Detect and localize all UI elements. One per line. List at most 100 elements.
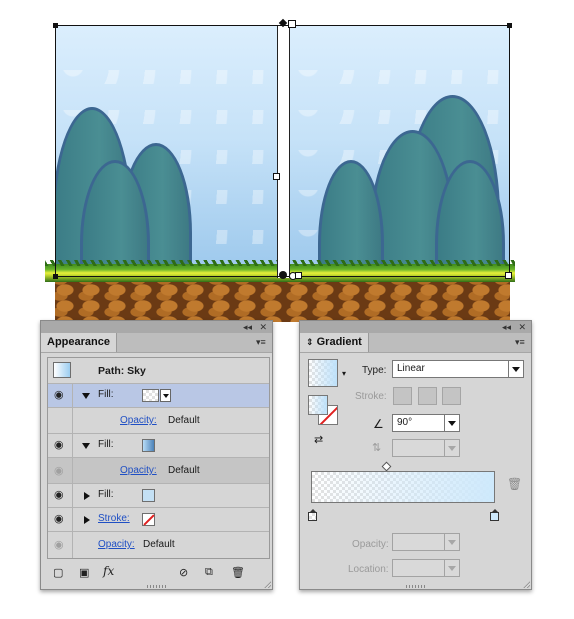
appearance-row-opacity[interactable]: ◉ Opacity: Default <box>48 458 269 484</box>
dirt-ground <box>55 282 510 322</box>
stroke-across-button[interactable] <box>442 387 461 405</box>
gradient-preview-swatch[interactable] <box>308 359 338 387</box>
fill-swatch[interactable] <box>142 489 155 502</box>
opacity-link[interactable]: Opacity: <box>120 465 157 476</box>
stroke-label: Stroke: <box>355 391 387 402</box>
type-value: Linear <box>397 363 425 374</box>
appearance-row-fill[interactable]: ◉ Fill: <box>48 384 269 408</box>
path-header-row[interactable]: Path: Sky <box>48 358 269 384</box>
location-field[interactable] <box>392 559 460 577</box>
selection-handle[interactable] <box>273 173 280 180</box>
fill-box[interactable] <box>308 395 328 415</box>
chevron-down-icon <box>444 415 459 431</box>
divider <box>72 408 73 433</box>
trash-icon[interactable]: 🗑 <box>507 477 522 491</box>
disclosure-triangle[interactable] <box>84 516 90 524</box>
opacity-label: Opacity: <box>352 539 389 550</box>
appearance-row-stroke[interactable]: ◉ Stroke: <box>48 508 269 532</box>
fill-swatch[interactable] <box>142 389 159 402</box>
fill-label: Fill: <box>98 439 114 450</box>
type-select[interactable]: Linear <box>392 360 524 378</box>
appearance-toolbar: ▢ ▣ fx ⊘ ⧉ 🗑 <box>41 561 272 585</box>
divider <box>72 458 73 483</box>
gradient-slider-bar[interactable] <box>311 471 495 503</box>
disclosure-triangle[interactable] <box>84 492 90 500</box>
tab-toggle-icon: ⇕ <box>306 337 314 347</box>
appearance-row-fill[interactable]: ◉ Fill: <box>48 434 269 458</box>
panel-header-strip: ◂◂ ✕ <box>41 321 272 333</box>
disclosure-triangle[interactable] <box>82 443 90 449</box>
tab-gradient-label: Gradient <box>316 336 362 348</box>
resize-grip[interactable] <box>147 585 167 588</box>
duplicate-icon[interactable]: ⧉ <box>205 566 213 579</box>
selection-handle[interactable] <box>507 23 512 28</box>
hill <box>318 160 384 275</box>
opacity-link[interactable]: Opacity: <box>120 415 157 426</box>
eye-icon[interactable]: ◉ <box>54 540 66 551</box>
collapse-icon[interactable]: ◂◂ <box>502 321 511 333</box>
collapse-icon[interactable]: ◂◂ <box>243 321 252 333</box>
close-icon[interactable]: ✕ <box>518 321 526 333</box>
close-icon[interactable]: ✕ <box>259 321 267 333</box>
resize-grip[interactable] <box>406 585 426 588</box>
appearance-row-opacity[interactable]: Opacity: Default <box>48 408 269 434</box>
selection-handle[interactable] <box>53 274 58 279</box>
appearance-list: Path: Sky ◉ Fill: Opacity: Default ◉ Fil… <box>47 357 270 559</box>
path-thumbnail <box>53 362 71 378</box>
eye-icon[interactable]: ◉ <box>54 390 66 401</box>
sky-rectangle-left[interactable] <box>55 25 277 275</box>
eye-icon[interactable]: ◉ <box>54 514 66 525</box>
selection-handle[interactable] <box>288 20 296 28</box>
panel-menu-icon[interactable]: ▾≡ <box>256 337 268 347</box>
opacity-link[interactable]: Opacity: <box>98 539 135 550</box>
tab-appearance[interactable]: Appearance <box>41 333 117 352</box>
artwork-canvas[interactable] <box>40 0 530 325</box>
divider <box>72 384 73 407</box>
resize-corner[interactable] <box>523 581 530 588</box>
selection-handle[interactable] <box>53 23 58 28</box>
disclosure-triangle[interactable] <box>82 393 90 399</box>
aspect-ratio-field[interactable] <box>392 439 460 457</box>
resize-corner[interactable] <box>264 581 271 588</box>
selection-handle[interactable] <box>295 272 302 279</box>
selection-handle[interactable] <box>505 272 512 279</box>
preview-dropdown-icon[interactable]: ▾ <box>342 369 346 378</box>
eye-icon[interactable]: ◉ <box>54 440 66 451</box>
location-label: Location: <box>348 564 389 575</box>
panel-menu-icon[interactable]: ▾≡ <box>515 337 527 347</box>
aspect-ratio-icon: ⇅ <box>372 442 382 454</box>
eye-icon[interactable]: ◉ <box>54 490 66 501</box>
fx-icon[interactable]: fx <box>103 564 114 578</box>
opacity-field[interactable] <box>392 533 460 551</box>
sky-rectangle-right[interactable] <box>290 25 510 275</box>
angle-field[interactable]: 90° <box>392 414 460 432</box>
fill-swatch[interactable] <box>142 439 155 452</box>
reverse-gradient-icon[interactable]: ⇄ <box>314 433 323 446</box>
clear-icon[interactable]: ⊘ <box>179 566 188 579</box>
stroke-swatch[interactable] <box>142 513 155 526</box>
chevron-down-icon <box>444 560 459 576</box>
gradient-stop-left[interactable] <box>308 509 317 521</box>
stroke-along-button[interactable] <box>418 387 437 405</box>
new-fill-icon[interactable]: ▣ <box>79 566 89 579</box>
new-stroke-icon[interactable]: ▢ <box>53 566 63 579</box>
stroke-link[interactable]: Stroke: <box>98 513 130 524</box>
selection-gap <box>277 25 290 278</box>
gradient-stop-right[interactable] <box>490 509 499 521</box>
chevron-down-icon <box>444 534 459 550</box>
swatch-dropdown[interactable] <box>160 389 171 402</box>
fill-label: Fill: <box>98 389 114 400</box>
stroke-within-button[interactable] <box>393 387 412 405</box>
selection-outline <box>509 25 510 277</box>
eye-icon[interactable]: ◉ <box>54 466 66 477</box>
divider <box>72 484 73 507</box>
trash-icon[interactable]: 🗑 <box>231 566 245 579</box>
appearance-row-fill[interactable]: ◉ Fill: <box>48 484 269 508</box>
opacity-value: Default <box>143 539 175 550</box>
appearance-row-opacity[interactable]: ◉ Opacity: Default <box>48 532 269 558</box>
panel-header-strip: ◂◂ ✕ <box>300 321 531 333</box>
midpoint-diamond-icon[interactable] <box>381 461 392 472</box>
anchor-point-icon[interactable] <box>279 271 287 279</box>
opacity-value: Default <box>168 415 200 426</box>
tab-gradient[interactable]: ⇕ Gradient <box>300 333 369 352</box>
